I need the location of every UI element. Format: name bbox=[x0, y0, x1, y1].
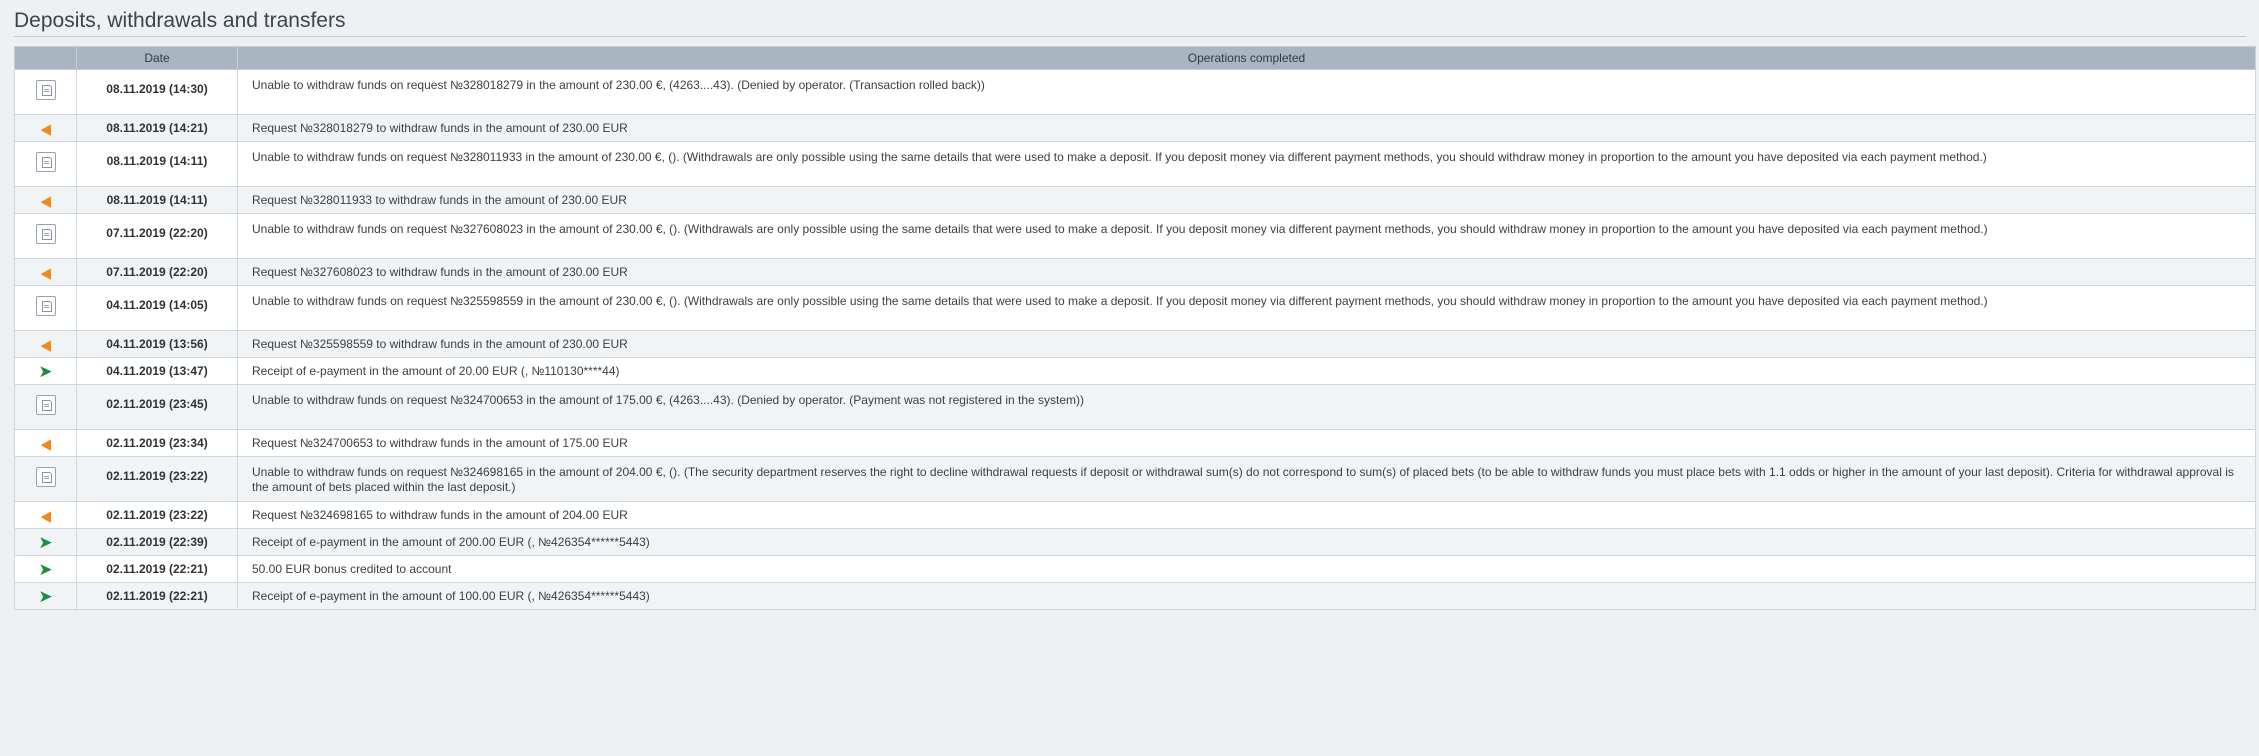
arrow-left-icon: ◀ bbox=[40, 508, 51, 525]
row-date: 07.11.2019 (22:20) bbox=[76, 213, 238, 259]
document-icon[interactable] bbox=[35, 296, 56, 316]
arrow-left-icon: ◀ bbox=[40, 265, 51, 282]
title-bar: Deposits, withdrawals and transfers bbox=[14, 8, 2246, 37]
row-operation: Receipt of e-payment in the amount of 20… bbox=[237, 357, 2256, 385]
row-icon-cell bbox=[14, 69, 77, 115]
row-operation: 50.00 EUR bonus credited to account bbox=[237, 555, 2256, 583]
table-row: ➤ 04.11.2019 (13:47) Receipt of e-payment … bbox=[14, 357, 2256, 385]
row-icon-cell bbox=[14, 213, 77, 259]
table-row: ◀ 08.11.2019 (14:11) Request №328011933 to… bbox=[14, 186, 2256, 214]
row-operation: Request №327608023 to withdraw funds in … bbox=[237, 258, 2256, 286]
table-row: ➤ 02.11.2019 (22:39) Receipt of e-payment … bbox=[14, 528, 2256, 556]
table-row: 04.11.2019 (14:05) Unable to withdraw fun… bbox=[14, 285, 2256, 331]
table-row: ◀ 02.11.2019 (23:34) Request №324700653 to… bbox=[14, 429, 2256, 457]
row-operation: Unable to withdraw funds on request №328… bbox=[237, 69, 2256, 115]
row-operation: Request №328018279 to withdraw funds in … bbox=[237, 114, 2256, 142]
row-icon-cell bbox=[14, 141, 77, 187]
row-operation: Unable to withdraw funds on request №327… bbox=[237, 213, 2256, 259]
row-operation: Request №328011933 to withdraw funds in … bbox=[237, 186, 2256, 214]
row-operation: Unable to withdraw funds on request №325… bbox=[237, 285, 2256, 331]
table-row: ◀ 07.11.2019 (22:20) Request №327608023 to… bbox=[14, 258, 2256, 286]
row-date: 08.11.2019 (14:30) bbox=[76, 69, 238, 115]
row-icon-cell: ➤ bbox=[14, 582, 77, 610]
row-operation: Receipt of e-payment in the amount of 10… bbox=[237, 582, 2256, 610]
arrow-right-icon: ➤ bbox=[38, 533, 53, 552]
table-body: 08.11.2019 (14:30) Unable to withdraw fun… bbox=[14, 69, 2256, 610]
row-icon-cell: ➤ bbox=[14, 528, 77, 556]
row-icon-cell: ◀ bbox=[14, 429, 77, 457]
arrow-right-icon: ➤ bbox=[38, 362, 53, 381]
document-icon[interactable] bbox=[35, 224, 56, 244]
row-operation: Receipt of e-payment in the amount of 20… bbox=[237, 528, 2256, 556]
arrow-right-icon: ➤ bbox=[38, 587, 53, 606]
row-date: 02.11.2019 (22:21) bbox=[76, 582, 238, 610]
table-row: ◀ 08.11.2019 (14:21) Request №328018279 to… bbox=[14, 114, 2256, 142]
row-icon-cell bbox=[14, 456, 77, 502]
row-date: 02.11.2019 (22:39) bbox=[76, 528, 238, 556]
row-date: 02.11.2019 (23:22) bbox=[76, 456, 238, 502]
row-icon-cell: ◀ bbox=[14, 114, 77, 142]
row-operation: Request №325598559 to withdraw funds in … bbox=[237, 330, 2256, 358]
row-icon-cell bbox=[14, 384, 77, 430]
table-row: ➤ 02.11.2019 (22:21) Receipt of e-payment … bbox=[14, 582, 2256, 610]
document-icon[interactable] bbox=[35, 80, 56, 100]
row-icon-cell bbox=[14, 285, 77, 331]
row-icon-cell: ➤ bbox=[14, 357, 77, 385]
table-row: ◀ 02.11.2019 (23:22) Request №324698165 to… bbox=[14, 501, 2256, 529]
table-row: ➤ 02.11.2019 (22:21) 50.00 EUR bonus credi… bbox=[14, 555, 2256, 583]
arrow-left-icon: ◀ bbox=[40, 193, 51, 210]
header-row: Date Operations completed bbox=[14, 46, 2256, 70]
arrow-left-icon: ◀ bbox=[40, 337, 51, 354]
document-icon[interactable] bbox=[35, 395, 56, 415]
row-operation: Unable to withdraw funds on request №328… bbox=[237, 141, 2256, 187]
header-icon bbox=[14, 46, 77, 70]
row-operation: Request №324700653 to withdraw funds in … bbox=[237, 429, 2256, 457]
row-icon-cell: ◀ bbox=[14, 501, 77, 529]
row-date: 08.11.2019 (14:11) bbox=[76, 186, 238, 214]
row-icon-cell: ◀ bbox=[14, 258, 77, 286]
row-date: 04.11.2019 (13:56) bbox=[76, 330, 238, 358]
row-date: 02.11.2019 (23:22) bbox=[76, 501, 238, 529]
row-icon-cell: ◀ bbox=[14, 330, 77, 358]
row-operation: Request №324698165 to withdraw funds in … bbox=[237, 501, 2256, 529]
table-row: 02.11.2019 (23:22) Unable to withdraw fun… bbox=[14, 456, 2256, 502]
row-date: 08.11.2019 (14:11) bbox=[76, 141, 238, 187]
document-icon[interactable] bbox=[35, 467, 56, 487]
arrow-left-icon: ◀ bbox=[40, 121, 51, 138]
table-row: 02.11.2019 (23:45) Unable to withdraw fun… bbox=[14, 384, 2256, 430]
row-date: 04.11.2019 (13:47) bbox=[76, 357, 238, 385]
table-row: 08.11.2019 (14:30) Unable to withdraw fun… bbox=[14, 69, 2256, 115]
operations-table: Date Operations completed 08.11.2019 (14… bbox=[14, 46, 2256, 610]
page: Deposits, withdrawals and transfers Date… bbox=[0, 0, 2259, 756]
row-date: 02.11.2019 (23:45) bbox=[76, 384, 238, 430]
row-icon-cell: ➤ bbox=[14, 555, 77, 583]
header-operations: Operations completed bbox=[237, 46, 2256, 70]
table-row: 08.11.2019 (14:11) Unable to withdraw fun… bbox=[14, 141, 2256, 187]
document-icon[interactable] bbox=[35, 152, 56, 172]
arrow-right-icon: ➤ bbox=[38, 560, 53, 579]
row-operation: Unable to withdraw funds on request №324… bbox=[237, 456, 2256, 502]
table-row: 07.11.2019 (22:20) Unable to withdraw fun… bbox=[14, 213, 2256, 259]
header-date: Date bbox=[76, 46, 238, 70]
table-row: ◀ 04.11.2019 (13:56) Request №325598559 to… bbox=[14, 330, 2256, 358]
row-operation: Unable to withdraw funds on request №324… bbox=[237, 384, 2256, 430]
arrow-left-icon: ◀ bbox=[40, 436, 51, 453]
table-header: Date Operations completed bbox=[14, 46, 2256, 70]
row-date: 02.11.2019 (22:21) bbox=[76, 555, 238, 583]
row-date: 08.11.2019 (14:21) bbox=[76, 114, 238, 142]
row-date: 07.11.2019 (22:20) bbox=[76, 258, 238, 286]
row-date: 04.11.2019 (14:05) bbox=[76, 285, 238, 331]
page-title: Deposits, withdrawals and transfers bbox=[14, 9, 346, 32]
row-icon-cell: ◀ bbox=[14, 186, 77, 214]
row-date: 02.11.2019 (23:34) bbox=[76, 429, 238, 457]
